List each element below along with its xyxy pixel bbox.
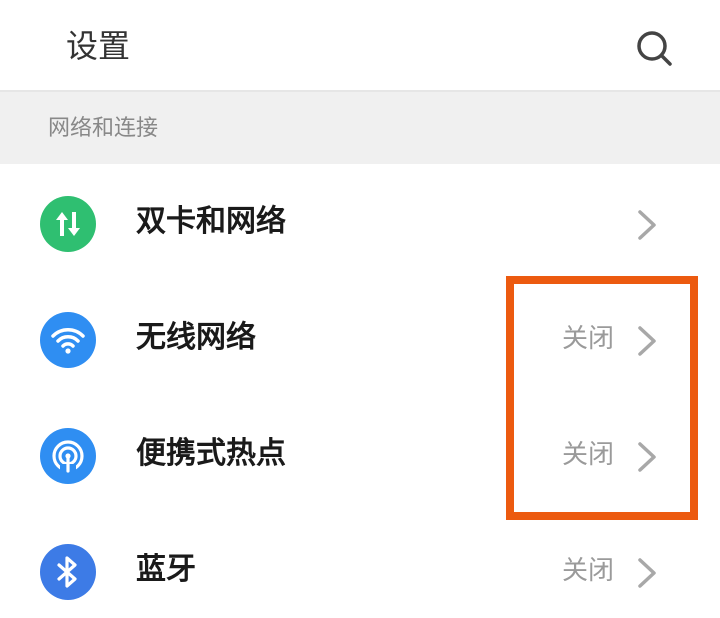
- row-label: 便携式热点: [136, 436, 286, 471]
- page-title: 设置: [66, 27, 131, 65]
- chevron-right-icon: [638, 558, 656, 588]
- section-header: 网络和连接: [0, 92, 720, 164]
- row-dual-sim[interactable]: 双卡和网络: [0, 164, 720, 280]
- row-bluetooth[interactable]: 蓝牙 关闭: [0, 512, 720, 618]
- row-status: 关闭: [561, 556, 614, 586]
- wifi-icon: [40, 312, 96, 368]
- search-icon: [637, 31, 672, 66]
- data-transfer-icon: [40, 196, 96, 252]
- settings-screen: 设置 网络和连接 双卡和网络 无线网络 关闭 便携式热点 关闭 蓝牙 关闭: [0, 0, 720, 618]
- highlight-annotation-box: [506, 276, 698, 520]
- section-title: 网络和连接: [48, 116, 159, 141]
- search-button[interactable]: [632, 26, 676, 70]
- bluetooth-icon: [40, 544, 96, 600]
- chevron-right-icon: [638, 210, 656, 240]
- row-label: 蓝牙: [136, 552, 196, 587]
- row-label: 双卡和网络: [136, 204, 286, 239]
- header: 设置: [0, 0, 720, 92]
- hotspot-icon: [40, 428, 96, 484]
- row-label: 无线网络: [136, 320, 256, 355]
